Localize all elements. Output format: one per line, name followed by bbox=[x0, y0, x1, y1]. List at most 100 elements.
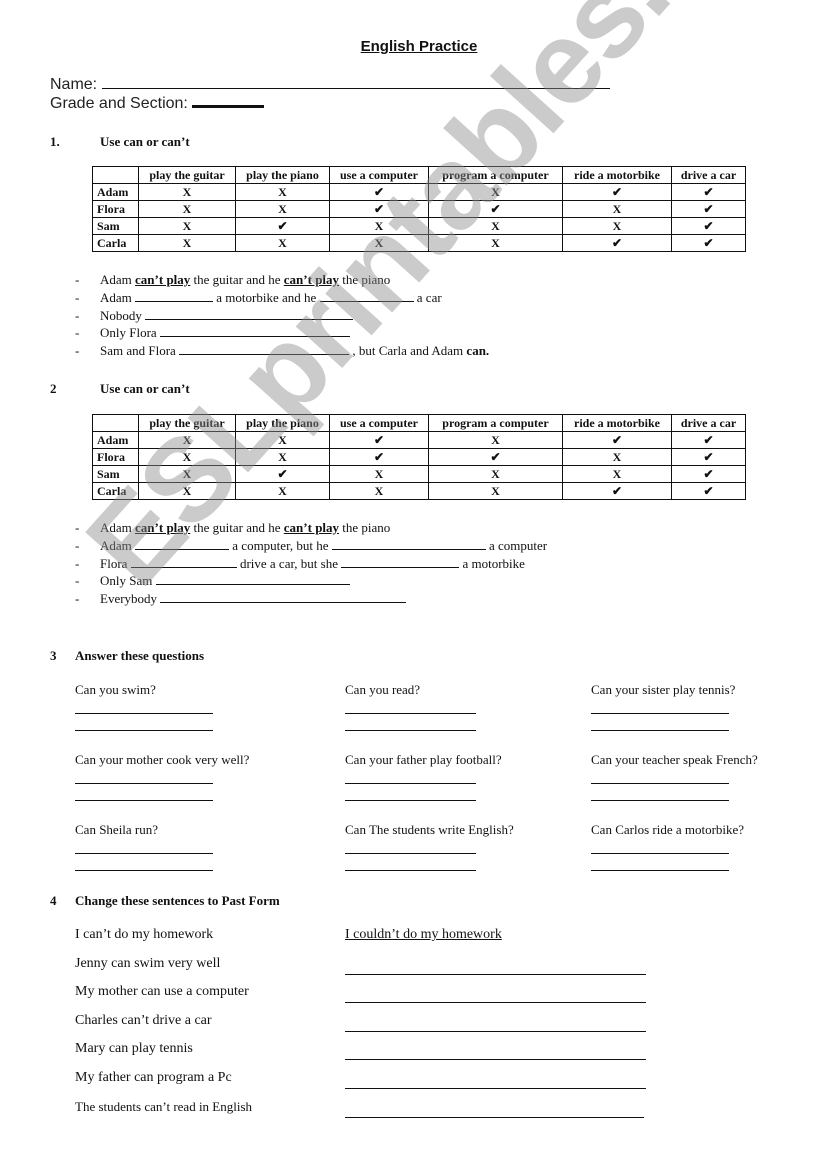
answer-blank[interactable] bbox=[135, 548, 230, 550]
row-name: Sam bbox=[92, 217, 139, 235]
sentence-text: , but Carla and Adam bbox=[349, 343, 467, 359]
answer-blank[interactable] bbox=[160, 602, 407, 604]
sentence-text: a car bbox=[413, 289, 442, 305]
column-header bbox=[92, 414, 139, 432]
answer-line[interactable] bbox=[591, 713, 729, 714]
answer-blank[interactable] bbox=[179, 354, 350, 356]
sentence-text: Only Sam bbox=[100, 573, 156, 589]
name-field-row: Name: bbox=[50, 76, 610, 94]
table-row: Sam X ✔ X X X ✔ bbox=[92, 465, 746, 483]
sentence-text: Everybody bbox=[100, 591, 161, 607]
answer-line[interactable] bbox=[75, 870, 213, 871]
check-icon: ✔ bbox=[562, 234, 672, 252]
table-row: Adam X X ✔ X ✔ ✔ bbox=[92, 183, 746, 201]
cross-mark: X bbox=[428, 431, 563, 449]
answer-line[interactable] bbox=[345, 1030, 646, 1032]
answer-line[interactable] bbox=[75, 713, 213, 714]
check-icon: ✔ bbox=[671, 183, 746, 201]
sentence-text: the piano bbox=[339, 520, 391, 535]
column-header: drive a car bbox=[671, 414, 746, 432]
answer-line[interactable] bbox=[345, 1059, 646, 1061]
check-icon: ✔ bbox=[671, 448, 746, 466]
section4-number: 4 bbox=[50, 893, 57, 908]
question-text: Can your mother cook very well? bbox=[75, 752, 250, 767]
bullet-dash: - bbox=[75, 573, 80, 589]
answer-line[interactable] bbox=[591, 853, 729, 854]
grade-blank[interactable] bbox=[192, 105, 265, 108]
row-name: Carla bbox=[92, 482, 139, 500]
sentence-text: Sam and Flora bbox=[100, 343, 180, 359]
answer-line[interactable] bbox=[345, 1002, 646, 1004]
cross-mark: X bbox=[138, 234, 236, 252]
sentence-text: Adam bbox=[100, 272, 136, 287]
answer-line[interactable] bbox=[345, 800, 476, 801]
row-name: Sam bbox=[92, 465, 139, 483]
cross-mark: X bbox=[235, 234, 330, 252]
sentence-text: Flora bbox=[100, 555, 131, 571]
sentence-body: Flora drive a car, but she a motorbike bbox=[100, 556, 525, 572]
example-answer: I couldn’t do my homework bbox=[345, 927, 502, 942]
table-row: Carla X X X X ✔ ✔ bbox=[92, 234, 746, 252]
check-icon: ✔ bbox=[562, 431, 672, 449]
question-text: Can you swim? bbox=[75, 682, 156, 697]
answer-blank[interactable] bbox=[341, 566, 460, 568]
cross-mark: X bbox=[329, 482, 429, 500]
table-row: Flora X X ✔ ✔ X ✔ bbox=[92, 448, 746, 466]
answer-line[interactable] bbox=[75, 800, 213, 801]
sentence-text: the piano bbox=[339, 272, 391, 287]
sentence-body: Only Flora bbox=[100, 325, 350, 341]
answer-blank[interactable] bbox=[135, 300, 214, 302]
answer-line[interactable] bbox=[345, 1116, 644, 1118]
sentence-text: Nobody bbox=[100, 307, 146, 323]
answer-blank[interactable] bbox=[145, 318, 354, 320]
section3-title: Answer these questions bbox=[75, 648, 205, 663]
bullet-dash: - bbox=[75, 555, 80, 571]
check-icon: ✔ bbox=[235, 465, 330, 483]
answer-line[interactable] bbox=[345, 1088, 646, 1089]
answer-line[interactable] bbox=[345, 870, 476, 871]
sentence-text: a motorbike and he bbox=[213, 289, 320, 305]
cross-mark: X bbox=[428, 482, 563, 500]
answer-line[interactable] bbox=[75, 730, 213, 731]
answer-line[interactable] bbox=[345, 730, 476, 731]
question-text: Can your sister play tennis? bbox=[591, 682, 736, 697]
table-row: Adam X X ✔ X ✔ ✔ bbox=[92, 431, 746, 449]
answer-line[interactable] bbox=[591, 800, 729, 801]
sentence-text: Adam bbox=[100, 520, 136, 535]
answer-line[interactable] bbox=[75, 853, 213, 854]
name-blank[interactable] bbox=[101, 88, 610, 89]
cross-mark: X bbox=[428, 217, 563, 235]
answer-line[interactable] bbox=[75, 783, 213, 784]
cross-mark: X bbox=[562, 465, 672, 483]
sentence-body: Adam can’t play the guitar and he can’t … bbox=[100, 272, 390, 288]
column-header: use a computer bbox=[329, 414, 429, 432]
check-icon: ✔ bbox=[329, 431, 429, 449]
sentence-text: Adam bbox=[100, 289, 136, 305]
check-icon: ✔ bbox=[329, 200, 429, 218]
question-text: Can Carlos ride a motorbike? bbox=[591, 822, 745, 837]
answer-line[interactable] bbox=[345, 783, 476, 784]
answer-blank[interactable] bbox=[319, 300, 414, 302]
answer-line[interactable] bbox=[345, 713, 476, 714]
check-icon: ✔ bbox=[329, 448, 429, 466]
answer-line[interactable] bbox=[591, 783, 729, 784]
sentence-body: Everybody bbox=[100, 591, 407, 607]
answer-line[interactable] bbox=[591, 730, 729, 731]
section2-number: 2 bbox=[50, 381, 57, 396]
section1-number: 1. bbox=[50, 134, 60, 149]
present-sentence: Jenny can swim very well bbox=[75, 955, 221, 971]
sentence-text: a computer bbox=[485, 537, 548, 553]
answer-line[interactable] bbox=[345, 853, 476, 854]
answer-blank[interactable] bbox=[130, 566, 237, 568]
row-name: Adam bbox=[92, 183, 139, 201]
answer-blank[interactable] bbox=[331, 548, 486, 550]
answer-line[interactable] bbox=[345, 973, 646, 975]
sentence-body: Only Sam bbox=[100, 573, 350, 589]
answer-blank[interactable] bbox=[159, 336, 350, 338]
question-text: Can you read? bbox=[345, 682, 421, 697]
answer-line[interactable] bbox=[591, 870, 729, 871]
answer-blank[interactable] bbox=[155, 584, 350, 586]
bullet-dash: - bbox=[75, 537, 80, 553]
table-row: Carla X X X X ✔ ✔ bbox=[92, 482, 746, 500]
grade-label: Grade and Section: bbox=[50, 95, 188, 112]
